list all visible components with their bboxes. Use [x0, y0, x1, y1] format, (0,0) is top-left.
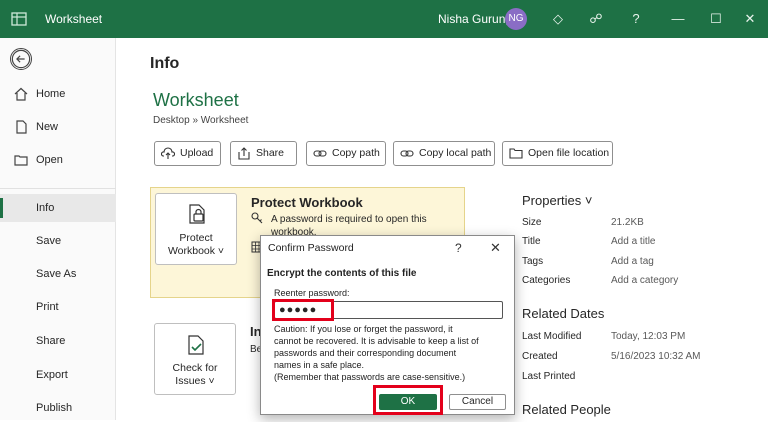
properties-heading[interactable]: Properties ˅ [522, 193, 592, 208]
sidebar-item-label: Export [36, 369, 68, 381]
cancel-button[interactable]: Cancel [449, 394, 506, 410]
checklist-icon [188, 335, 204, 355]
dialog-help-icon[interactable]: ? [455, 241, 462, 255]
caution-line-5: (Remember that passwords are case-sensit… [274, 372, 466, 382]
copy-local-path-label: Copy local path [419, 147, 492, 159]
sidebar-item-save-as[interactable]: Save As [0, 260, 116, 288]
minimize-icon[interactable]: — [668, 9, 688, 29]
sidebar-item-share[interactable]: Share [0, 327, 116, 355]
dialog-heading: Encrypt the contents of this file [267, 268, 417, 279]
close-icon[interactable]: ✕ [740, 9, 760, 29]
share-icon [238, 147, 250, 160]
property-label-categories: Categories [522, 275, 571, 286]
sidebar-item-label: Print [36, 301, 59, 313]
open-file-location-label: Open file location [528, 147, 610, 159]
document-title: Worksheet [45, 12, 103, 26]
password-highlight-box [272, 299, 334, 321]
check-tile-label-2: Issues ˅ [175, 375, 215, 387]
related-dates-heading: Related Dates [522, 306, 605, 321]
open-file-location-button[interactable]: Open file location [502, 141, 613, 166]
share-button[interactable]: Share [230, 141, 297, 166]
share-label: Share [256, 147, 285, 159]
date-label-printed: Last Printed [522, 371, 576, 382]
ok-highlight-box [373, 385, 443, 415]
property-value-tags[interactable]: Add a tag [611, 256, 654, 267]
dialog-close-icon[interactable]: ✕ [490, 240, 501, 256]
sidebar-item-info[interactable]: Info [0, 194, 116, 222]
property-value-title[interactable]: Add a title [611, 236, 655, 247]
sidebar-item-label: Publish [36, 402, 73, 414]
caution-text: Caution: If you lose or forget the passw… [274, 323, 504, 383]
sidebar-item-export[interactable]: Export [0, 361, 116, 389]
check-tile-label-1: Check for [172, 362, 218, 374]
folder-icon [509, 148, 523, 159]
maximize-icon[interactable]: ☐ [706, 9, 726, 29]
diamond-icon[interactable]: ◇ [548, 9, 568, 29]
copy-path-button[interactable]: Copy path [306, 141, 386, 166]
breadcrumb: Desktop » Worksheet [153, 115, 249, 126]
sidebar-item-label: Save As [36, 268, 77, 280]
caution-line-3: passwords and their corresponding docume… [274, 348, 457, 358]
lock-document-icon [189, 204, 205, 224]
key-icon [251, 212, 263, 224]
protect-tile-label-2: Workbook ˅ [167, 245, 225, 257]
sidebar-item-print[interactable]: Print [0, 293, 116, 321]
upload-icon [161, 147, 175, 159]
date-value-created: 5/16/2023 10:32 AM [611, 351, 701, 362]
sidebar-item-label: Info [36, 202, 55, 214]
property-value-categories[interactable]: Add a category [611, 275, 678, 286]
excel-app-icon [11, 12, 27, 26]
upload-button[interactable]: Upload [154, 141, 221, 166]
sidebar-item-publish[interactable]: Publish [0, 394, 116, 422]
help-icon[interactable]: ? [626, 9, 646, 29]
page-title: Info [150, 55, 180, 72]
date-value-modified: Today, 12:03 PM [611, 331, 686, 342]
back-arrow-icon[interactable] [10, 48, 32, 70]
sidebar-item-label: New [36, 121, 59, 133]
backstage-sidebar: Home New Open Info Save Save As Print Sh… [0, 38, 116, 420]
sidebar-item-label: Share [36, 335, 66, 347]
new-file-icon [16, 120, 27, 134]
sidebar-item-label: Open [36, 154, 63, 166]
upload-label: Upload [180, 147, 214, 159]
caution-line-4: names in a safe place. [274, 360, 365, 370]
protect-workbook-button[interactable]: Protect Workbook ˅ [155, 193, 237, 265]
document-name: Worksheet [153, 90, 239, 110]
property-label-title: Title [522, 236, 541, 247]
protect-description-1: A password is required to open this [271, 214, 427, 225]
copy-path-label: Copy path [332, 147, 380, 159]
copy-local-path-button[interactable]: Copy local path [393, 141, 495, 166]
folder-icon [14, 155, 28, 166]
reenter-password-label: Reenter password: [274, 288, 350, 298]
date-label-created: Created [522, 351, 558, 362]
property-label-tags: Tags [522, 256, 544, 267]
feedback-icon[interactable]: ☍ [586, 9, 606, 29]
link-icon [313, 150, 327, 157]
related-people-heading: Related People [522, 402, 611, 417]
date-label-modified: Last Modified [522, 331, 582, 342]
caution-line-1: Caution: If you lose or forget the passw… [274, 324, 453, 334]
avatar[interactable]: NG [505, 8, 527, 30]
sidebar-item-open[interactable]: Open [0, 146, 116, 174]
sidebar-item-label: Save [36, 235, 62, 247]
home-icon [14, 87, 28, 101]
protect-tile-label-1: Protect [179, 232, 213, 244]
dialog-title: Confirm Password [268, 242, 354, 254]
sidebar-item-label: Home [36, 88, 66, 100]
title-bar: Worksheet Nisha Gurung NG ◇ ☍ ? — ☐ ✕ [0, 0, 768, 38]
user-name[interactable]: Nisha Gurung [438, 12, 512, 26]
sidebar-item-save[interactable]: Save [0, 227, 116, 255]
link-icon [400, 150, 414, 157]
sidebar-item-new[interactable]: New [0, 113, 116, 141]
sidebar-divider [0, 188, 116, 189]
check-for-issues-button[interactable]: Check for Issues ˅ [154, 323, 236, 395]
protect-workbook-title: Protect Workbook [251, 195, 363, 210]
property-label-size: Size [522, 217, 542, 228]
confirm-password-dialog: Confirm Password ? ✕ Encrypt the content… [260, 235, 515, 415]
sidebar-item-home[interactable]: Home [0, 80, 116, 108]
property-value-size: 21.2KB [611, 217, 644, 228]
caution-line-2: cannot be recovered. It is advisable to … [274, 336, 479, 346]
